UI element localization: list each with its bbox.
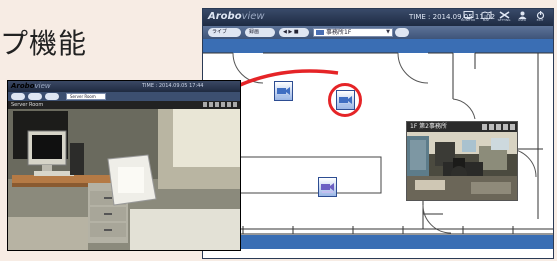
camera-window-toolbar: Server Room: [8, 92, 240, 101]
zoom-icon[interactable]: [215, 102, 219, 107]
search-icon[interactable]: [510, 124, 515, 130]
audio-icon[interactable]: [503, 124, 508, 130]
chevron-down-icon: ▼: [386, 29, 390, 35]
record-icon[interactable]: [209, 102, 213, 107]
map-icon[interactable]: MAP: [479, 11, 493, 24]
search-icon[interactable]: [227, 102, 231, 107]
camera-selector[interactable]: Server Room: [66, 93, 106, 100]
snapshot-icon[interactable]: [203, 102, 207, 107]
map-window: Aroboview TIME : 2014.09.05 11:02 MONITO…: [202, 8, 554, 259]
map-window-titlebar: Aroboview TIME : 2014.09.05 11:02 MONITO…: [203, 9, 553, 26]
app-logo: Aroboview: [11, 82, 51, 90]
close-icon[interactable]: [233, 102, 237, 107]
app-logo: Aroboview: [208, 11, 265, 22]
zoom-icon[interactable]: [496, 124, 501, 130]
camera-title-bar: Server Room: [8, 101, 240, 109]
floor-icon: [316, 30, 324, 35]
toolbar-button[interactable]: [28, 93, 42, 100]
toolbar-button[interactable]: [11, 93, 25, 100]
selection-highlight-circle: [328, 83, 362, 117]
camera-preview-popup[interactable]: 1F 第2事務所: [406, 121, 518, 201]
live-camera-window: Aroboview TIME : 2014.09.05 17:44 Server…: [7, 80, 241, 251]
user-icon[interactable]: USER: [515, 11, 529, 24]
office-camera-feed: [407, 132, 517, 200]
clock-readout: TIME : 2014.09.05 17:44: [142, 83, 204, 89]
power-icon[interactable]: EXIT: [533, 11, 547, 24]
live-button[interactable]: ライブ: [208, 28, 241, 37]
audio-icon[interactable]: [221, 102, 225, 107]
camera-window-titlebar: Aroboview TIME : 2014.09.05 17:44: [8, 81, 240, 92]
camera-marker-icon[interactable]: [318, 177, 337, 197]
settings-icon[interactable]: SETTING: [497, 11, 511, 24]
monitor-icon[interactable]: MONITOR: [461, 11, 475, 24]
floor-plan: 1F 第2事務所: [203, 39, 553, 258]
floor-selector[interactable]: 事務所1F ▼: [313, 28, 393, 37]
feature-heading: プ機能: [0, 27, 88, 60]
camera-marker-icon[interactable]: [274, 81, 293, 101]
playback-button[interactable]: 録画: [245, 28, 275, 37]
toolbar-button[interactable]: [45, 93, 59, 100]
record-icon[interactable]: [489, 124, 494, 130]
map-toolbar: ライブ 録画 ◀ ▶ ■ 事務所1F ▼: [203, 26, 553, 39]
server-room-camera-feed: [8, 109, 240, 250]
floor-go-button[interactable]: [395, 28, 409, 37]
floor-plan-bottom-band: [203, 235, 553, 249]
snapshot-icon[interactable]: [482, 124, 487, 130]
nav-buttons[interactable]: ◀ ▶ ■: [279, 28, 309, 37]
popup-title: 1F 第2事務所: [407, 122, 517, 132]
